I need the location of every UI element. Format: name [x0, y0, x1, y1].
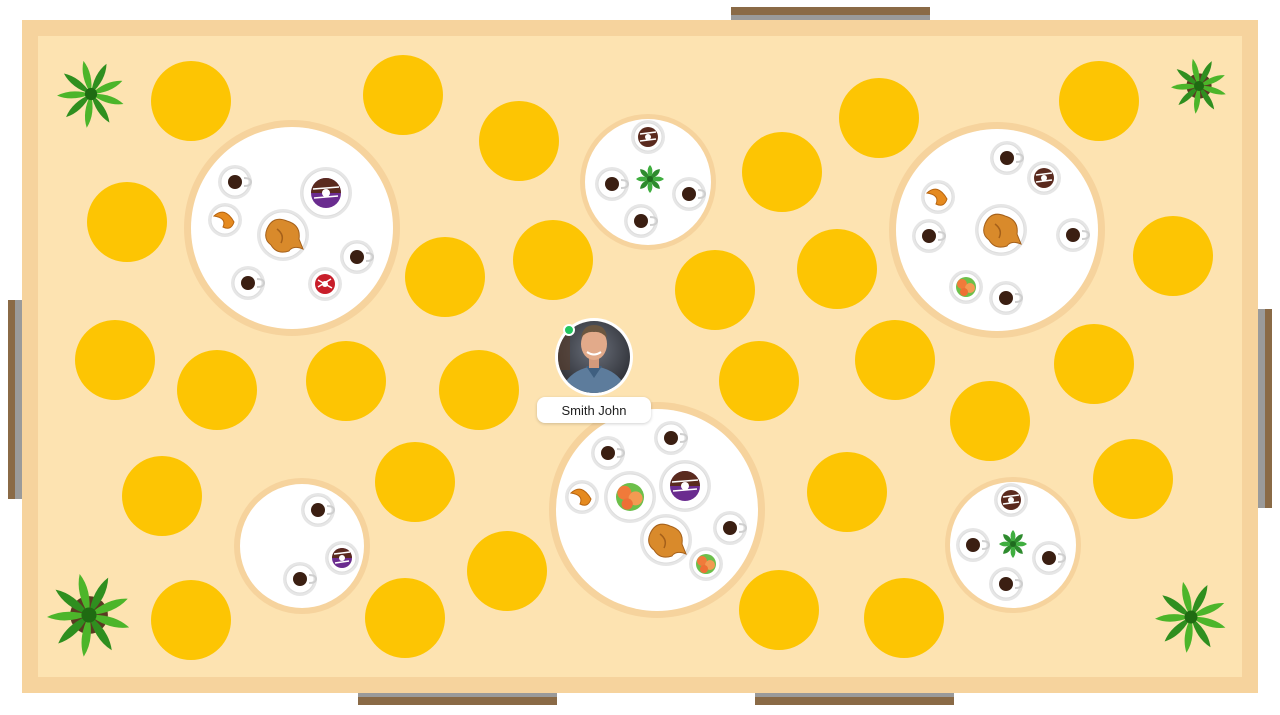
- coffee-cup-icon: [283, 562, 318, 596]
- seat[interactable]: [306, 341, 386, 421]
- seat[interactable]: [87, 182, 167, 262]
- seat[interactable]: [439, 350, 519, 430]
- coffee-cup-icon: [989, 281, 1024, 315]
- seat[interactable]: [122, 456, 202, 536]
- seat[interactable]: [513, 220, 593, 300]
- coffee-cup-icon: [340, 240, 375, 274]
- seat[interactable]: [807, 452, 887, 532]
- coffee-cup-icon: [672, 177, 707, 211]
- seat[interactable]: [675, 250, 755, 330]
- seat[interactable]: [839, 78, 919, 158]
- roast-chicken-icon: [975, 204, 1027, 256]
- seat[interactable]: [719, 341, 799, 421]
- user-name-label: Smith John: [537, 397, 651, 423]
- coffee-cup-icon: [1032, 541, 1067, 575]
- coffee-cup-icon: [231, 266, 266, 300]
- donut-icon: [300, 167, 352, 219]
- donut-icon: [631, 120, 665, 154]
- salad-plate-icon: [949, 270, 983, 304]
- coffee-cup-icon: [990, 141, 1025, 175]
- donut-icon: [325, 541, 359, 575]
- seat[interactable]: [1133, 216, 1213, 296]
- user-avatar[interactable]: [555, 318, 633, 396]
- coffee-cup-icon: [1056, 218, 1091, 252]
- donut-icon: [1027, 161, 1061, 195]
- coffee-cup-icon: [218, 165, 253, 199]
- croissant-icon: [565, 480, 599, 514]
- donut-icon: [308, 267, 342, 301]
- seat[interactable]: [177, 350, 257, 430]
- donut-icon: [994, 483, 1028, 517]
- coffee-cup-icon: [654, 421, 689, 455]
- seat[interactable]: [405, 237, 485, 317]
- seat[interactable]: [1054, 324, 1134, 404]
- seat[interactable]: [151, 61, 231, 141]
- salad-plate-icon: [689, 547, 723, 581]
- coffee-cup-icon: [595, 167, 630, 201]
- salad-plate-icon: [604, 471, 656, 523]
- donut-icon: [659, 460, 711, 512]
- coffee-cup-icon: [301, 493, 336, 527]
- seat[interactable]: [363, 55, 443, 135]
- croissant-icon: [921, 180, 955, 214]
- seat[interactable]: [864, 578, 944, 658]
- seat[interactable]: [151, 580, 231, 660]
- seat[interactable]: [479, 101, 559, 181]
- seat[interactable]: [797, 229, 877, 309]
- seat[interactable]: [742, 132, 822, 212]
- coffee-cup-icon: [591, 436, 626, 470]
- seat[interactable]: [1093, 439, 1173, 519]
- seat[interactable]: [739, 570, 819, 650]
- mint-leaf-icon: [636, 165, 664, 193]
- coffee-cup-icon: [989, 567, 1024, 601]
- seat[interactable]: [375, 442, 455, 522]
- croissant-icon: [208, 203, 242, 237]
- seat[interactable]: [855, 320, 935, 400]
- seat[interactable]: [467, 531, 547, 611]
- seat[interactable]: [365, 578, 445, 658]
- roast-chicken-icon: [640, 514, 692, 566]
- coffee-cup-icon: [713, 511, 748, 545]
- online-status-indicator: [563, 324, 575, 336]
- seat[interactable]: [75, 320, 155, 400]
- coffee-cup-icon: [624, 204, 659, 238]
- seat[interactable]: [950, 381, 1030, 461]
- mint-leaf-icon: [999, 530, 1027, 558]
- coffee-cup-icon: [956, 528, 991, 562]
- coffee-cup-icon: [912, 219, 947, 253]
- seat[interactable]: [1059, 61, 1139, 141]
- roast-chicken-icon: [257, 209, 309, 261]
